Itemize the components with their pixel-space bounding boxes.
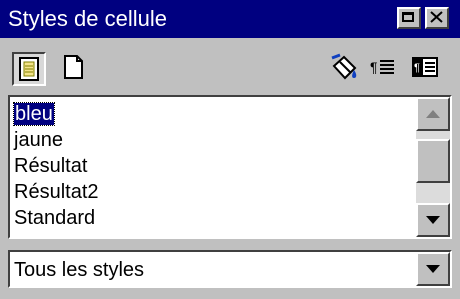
arrow-down-icon (426, 216, 440, 224)
arrow-up-icon (426, 110, 440, 118)
fill-format-icon (331, 53, 357, 80)
update-style-icon: ¶ (412, 57, 438, 77)
svg-text:¶: ¶ (370, 59, 378, 75)
style-item-resultat[interactable]: Résultat (14, 153, 99, 179)
title-bar: Styles de cellule (0, 0, 460, 38)
close-button[interactable] (425, 7, 449, 29)
fill-format-button[interactable] (328, 52, 362, 86)
dropdown-button[interactable] (416, 252, 450, 286)
style-item-bleu[interactable]: bleu (13, 101, 99, 127)
scroll-thumb[interactable] (416, 139, 450, 183)
close-icon (430, 11, 443, 23)
scroll-up-button[interactable] (416, 97, 450, 131)
style-item-jaune[interactable]: jaune (14, 127, 99, 153)
cell-styles-button[interactable] (12, 52, 46, 86)
styles-listbox[interactable]: bleu jaune Résultat Résultat2 Standard (8, 95, 452, 239)
scroll-down-button[interactable] (416, 203, 450, 237)
new-style-icon: ¶ (370, 59, 394, 75)
minimize-icon (402, 12, 414, 22)
cell-styles-icon (19, 57, 39, 81)
update-style-button[interactable]: ¶ (410, 52, 444, 86)
svg-text:¶: ¶ (414, 62, 420, 74)
style-item-standard[interactable]: Standard (14, 205, 99, 231)
vertical-scrollbar[interactable] (416, 97, 450, 237)
window-title: Styles de cellule (8, 6, 167, 31)
minimize-button[interactable] (397, 7, 421, 29)
page-styles-button[interactable] (58, 52, 92, 86)
style-item-resultat2[interactable]: Résultat2 (14, 179, 99, 205)
selected-style-label: bleu (13, 102, 55, 126)
style-filter-dropdown[interactable]: Tous les styles (8, 250, 452, 288)
chevron-down-icon (426, 265, 440, 273)
new-style-button[interactable]: ¶ (368, 52, 402, 86)
page-styles-icon (64, 55, 83, 79)
style-filter-value: Tous les styles (14, 259, 145, 281)
